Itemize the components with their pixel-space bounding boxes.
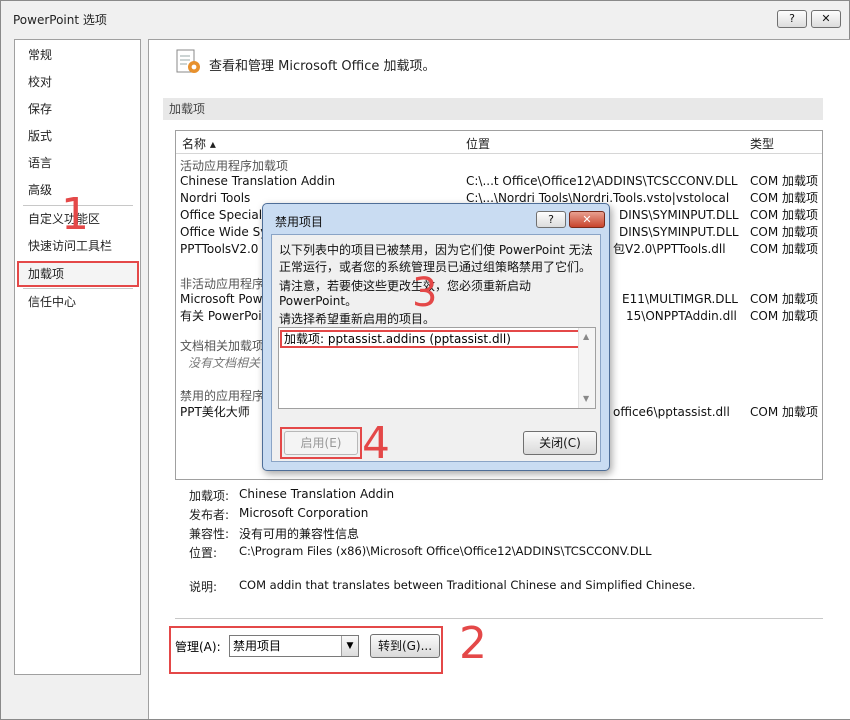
sidebar-item-addins[interactable]: 加载项 <box>28 264 64 284</box>
column-header-type[interactable]: 类型 <box>750 135 774 152</box>
detail-publisher-label: 发布者: <box>189 508 230 522</box>
table-row-location: office6\pptassist.dll <box>613 405 730 419</box>
annotation-2: 2 <box>459 618 487 669</box>
detail-publisher-value: Microsoft Corporation <box>239 506 369 520</box>
table-row-location: C:\...t Office\Office12\ADDINS\TCSCCONV.… <box>466 174 738 188</box>
table-row-location: E11\MULTIMGR.DLL <box>622 292 738 306</box>
table-row-name[interactable]: Office Special <box>180 207 268 224</box>
dialog-close-x-button[interactable]: ✕ <box>569 211 605 228</box>
scrollbar[interactable]: ▲ ▼ <box>578 328 595 408</box>
detail-desc-value: COM addin that translates between Tradit… <box>239 578 696 592</box>
dialog-text-line: 以下列表中的项目已被禁用，因为它们使 PowerPoint 无法 <box>279 243 593 257</box>
list-item[interactable]: 加载项: pptassist.addins (pptassist.dll) <box>280 330 581 348</box>
window-title: PowerPoint 选项 <box>13 13 107 27</box>
sidebar-item-language[interactable]: 语言 <box>28 153 52 173</box>
column-header-name[interactable]: 名称 ▴ <box>182 135 216 152</box>
detail-compat-label: 兼容性: <box>189 527 230 541</box>
scroll-up-icon[interactable]: ▲ <box>583 332 589 341</box>
sidebar-divider <box>23 288 133 289</box>
table-row-location: 15\ONPPTAddin.dll <box>626 309 737 323</box>
detail-addin-value: Chinese Translation Addin <box>239 487 395 501</box>
dialog-title: 禁用项目 <box>275 215 324 229</box>
manage-select-value: 禁用项目 <box>233 639 282 653</box>
group-document: 文档相关加载项 <box>180 339 265 353</box>
table-row-name[interactable]: Microsoft Pow <box>180 291 268 308</box>
manage-select[interactable]: 禁用项目 ▼ <box>229 635 359 657</box>
table-row-type: COM 加载项 <box>750 242 818 256</box>
sidebar-item-trust-center[interactable]: 信任中心 <box>28 292 76 312</box>
sidebar: 常规 校对 保存 版式 语言 高级 自定义功能区 快速访问工具栏 加载项 信任中… <box>14 39 141 675</box>
table-row-type: COM 加载项 <box>750 405 818 419</box>
detail-compat-value: 没有可用的兼容性信息 <box>239 527 360 541</box>
close-button[interactable]: ✕ <box>811 10 841 28</box>
table-row-type: COM 加载项 <box>750 225 818 239</box>
help-button[interactable]: ? <box>777 10 807 28</box>
table-row-name[interactable]: Office Wide Sy <box>180 224 268 241</box>
table-row-location: DINS\SYMINPUT.DLL <box>619 208 739 222</box>
chevron-down-icon[interactable]: ▼ <box>341 636 358 656</box>
table-row-location: DINS\SYMINPUT.DLL <box>619 225 739 239</box>
dialog-body: 以下列表中的项目已被禁用，因为它们使 PowerPoint 无法 正常运行，或者… <box>271 234 601 462</box>
detail-desc-label: 说明: <box>189 580 218 594</box>
no-doc-addins-text: 没有文档相关 <box>188 356 261 370</box>
enable-button[interactable]: 启用(E) <box>284 431 358 455</box>
detail-location-value: C:\Program Files (x86)\Microsoft Office\… <box>239 544 652 558</box>
sidebar-item-save[interactable]: 保存 <box>28 99 52 119</box>
table-row-location: 包V2.0\PPTTools.dll <box>613 242 726 256</box>
header-divider <box>176 153 822 154</box>
dialog-text-line: PowerPoint。 <box>279 294 358 308</box>
divider <box>175 618 823 619</box>
table-row-name[interactable]: PPTToolsV2.0 <box>180 241 268 258</box>
page-header: 查看和管理 Microsoft Office 加载项。 <box>209 59 436 74</box>
dialog-help-button[interactable]: ? <box>536 211 566 228</box>
dialog-close-button[interactable]: 关闭(C) <box>523 431 597 455</box>
disabled-items-dialog: 禁用项目 ? ✕ 以下列表中的项目已被禁用，因为它们使 PowerPoint 无… <box>262 203 610 471</box>
table-row-type: COM 加载项 <box>750 309 818 323</box>
addins-gear-icon <box>176 49 200 73</box>
table-row-type: COM 加载项 <box>750 174 818 188</box>
group-inactive: 非活动应用程序 <box>180 277 265 291</box>
table-row-type: COM 加载项 <box>750 208 818 222</box>
detail-addin-label: 加载项: <box>189 489 230 503</box>
table-row-name[interactable]: Chinese Translation Addin <box>180 173 460 190</box>
detail-location-label: 位置: <box>189 546 218 560</box>
annotation-3: 3 <box>412 270 438 316</box>
table-row-type: COM 加载项 <box>750 191 818 205</box>
sidebar-item-proofing[interactable]: 校对 <box>28 72 52 92</box>
manage-label: 管理(A): <box>175 640 221 654</box>
annotation-1: 1 <box>61 189 89 240</box>
section-title: 加载项 <box>163 98 823 120</box>
column-header-location[interactable]: 位置 <box>466 135 490 152</box>
group-active: 活动应用程序加载项 <box>180 159 289 173</box>
sidebar-item-general[interactable]: 常规 <box>28 45 52 65</box>
sidebar-item-advanced[interactable]: 高级 <box>28 180 52 200</box>
table-row-type: COM 加载项 <box>750 292 818 306</box>
go-button[interactable]: 转到(G)... <box>370 634 440 658</box>
scroll-down-icon[interactable]: ▼ <box>583 394 589 403</box>
group-disabled: 禁用的应用程序 <box>180 389 265 403</box>
title-bar: PowerPoint 选项 ? ✕ <box>1 1 849 35</box>
sidebar-item-layout[interactable]: 版式 <box>28 126 52 146</box>
disabled-items-list: 加载项: pptassist.addins (pptassist.dll) ▲ … <box>278 327 596 409</box>
annotation-4: 4 <box>362 418 390 469</box>
table-row-name[interactable]: PPT美化大师 <box>180 404 268 421</box>
table-row-name[interactable]: 有关 PowerPoi <box>180 308 268 325</box>
